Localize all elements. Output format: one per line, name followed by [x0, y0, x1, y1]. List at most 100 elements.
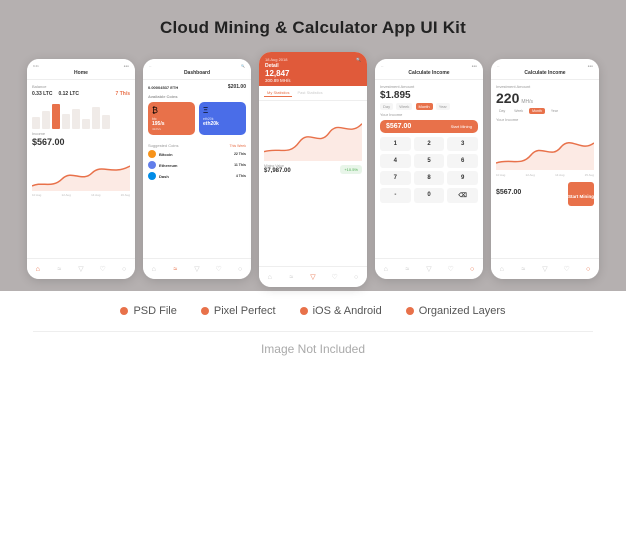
phone-dashboard-header: ← 🔍 Dashboard	[143, 59, 251, 80]
key-3[interactable]: 3	[447, 137, 478, 151]
key-del[interactable]: ⌫	[447, 188, 478, 203]
bar-5	[72, 109, 80, 129]
btc-name: Bitcoin	[159, 152, 173, 157]
nav-heart-det[interactable]: ♡	[329, 271, 341, 283]
nav-profile[interactable]: ○	[118, 263, 130, 275]
nav-profile-c1[interactable]: ○	[466, 263, 478, 275]
phone-calc1: ← ●●● Calculate Income Investment Amount…	[375, 59, 483, 279]
bar-1	[32, 117, 40, 129]
nav-heart-d[interactable]: ♡	[213, 263, 225, 275]
balance-label: Balance	[32, 84, 130, 89]
date-labels: 10 Aug 12 Aug 14 Aug 16 Aug	[32, 193, 130, 197]
psd-label: PSD File	[133, 305, 176, 317]
phone-home: 9:41 ●●● Home Balance 0.33 LTC 0.12 LTC …	[27, 59, 135, 279]
key-5[interactable]: 5	[414, 154, 445, 168]
nav-filter-c1[interactable]: ▽	[423, 263, 435, 275]
key-9[interactable]: 9	[447, 171, 478, 185]
nav-profile-det[interactable]: ○	[350, 271, 362, 283]
key-1[interactable]: 1	[380, 137, 411, 151]
coin-ethereum: Ethereum 11 Th/s	[148, 161, 246, 169]
key-0[interactable]: 0	[414, 188, 445, 203]
nav-heart-c2[interactable]: ♡	[561, 263, 573, 275]
this-week: This Week	[230, 144, 246, 148]
coin-dash: Dash 4 Th/s	[148, 172, 246, 180]
start-mining-btn2[interactable]: Start Mining	[568, 182, 594, 206]
invest-value: $1.895	[380, 90, 478, 101]
mining-cards: ₿ btc 195/s 422h/s Ξ eth20k eth20k	[148, 102, 246, 135]
calc1-back[interactable]: ←	[381, 64, 384, 68]
detail-chart	[259, 101, 367, 161]
nav-heart-c1[interactable]: ♡	[445, 263, 457, 275]
key-4[interactable]: 4	[380, 154, 411, 168]
week-period[interactable]: Week	[396, 103, 412, 110]
nav-home-c2[interactable]: ⌂	[496, 263, 508, 275]
nav-filter-d[interactable]: ▽	[191, 263, 203, 275]
calc-val: $567.00	[386, 123, 411, 130]
period-selector: Day Week Month Year	[496, 108, 594, 114]
bar-8	[102, 115, 110, 129]
nav-profile-c2[interactable]: ○	[582, 263, 594, 275]
eth-icon: Ξ	[203, 106, 242, 115]
start-mining-btn[interactable]: Start Mining	[451, 124, 472, 129]
nav-chart-c1[interactable]: ≈	[401, 263, 413, 275]
phone-detail: 18 Aug 2018 🔍 Detail 12,847 300.89 MH/s …	[259, 52, 367, 287]
key-6[interactable]: 6	[447, 154, 478, 168]
mining-left: Mining Value $7,987.00	[264, 164, 291, 174]
feature-ios: iOS & Android	[300, 305, 382, 317]
period-day[interactable]: Day	[496, 108, 508, 114]
date-1: 10 Aug	[32, 193, 41, 197]
eth-dot	[148, 161, 156, 169]
tab-past-stats[interactable]: Past Statistics	[294, 89, 325, 97]
btc-icon: ₿	[152, 106, 191, 115]
bottom-nav-dash: ⌂ ≈ ▽ ♡ ○	[143, 258, 251, 279]
nav-chart-d[interactable]: ≈	[169, 263, 181, 275]
org-dot	[406, 307, 414, 315]
month-period[interactable]: Month	[416, 103, 433, 110]
key-minus[interactable]: -	[380, 188, 411, 203]
phone-dashboard: ← 🔍 Dashboard 0.00004537 ETH $201.00 Ava…	[143, 59, 251, 279]
day-period[interactable]: Day	[380, 103, 393, 110]
psd-dot	[120, 307, 128, 315]
income2-bottom: $567.00 Start Mining	[496, 179, 594, 206]
date-labels-2: 10 Aug 12 Aug 14 Aug 15 Aug	[496, 173, 594, 177]
nav-home-d[interactable]: ⌂	[148, 263, 160, 275]
coin-bitcoin: Bitcoin 22 Th/s	[148, 150, 246, 158]
key-8[interactable]: 8	[414, 171, 445, 185]
invest2-unit: MH/s	[521, 99, 533, 105]
period-week[interactable]: Week	[511, 108, 526, 114]
period-month[interactable]: Month	[529, 108, 545, 114]
calc-display-row: $567.00 Start Mining	[386, 123, 472, 130]
mining-row: Mining Value $7,987.00 +10.5%	[264, 164, 362, 174]
nav-home-det[interactable]: ⌂	[264, 271, 276, 283]
nav-chart-c2[interactable]: ≈	[517, 263, 529, 275]
nav-chart[interactable]: ≈	[53, 263, 65, 275]
phone-calc2: ← ●●● Calculate Income Investment Amount…	[491, 59, 599, 279]
nav-home-c1[interactable]: ⌂	[380, 263, 392, 275]
date-4: 16 Aug	[121, 193, 130, 197]
nav-filter-det[interactable]: ▽	[307, 271, 319, 283]
detail-search-icon[interactable]: 🔍	[356, 57, 361, 62]
nav-filter[interactable]: ▽	[75, 263, 87, 275]
income2-label: Your Income	[496, 117, 594, 122]
org-label: Organized Layers	[419, 305, 506, 317]
nav-chart-det[interactable]: ≈	[285, 271, 297, 283]
bottom-nav-calc2: ⌂ ≈ ▽ ♡ ○	[491, 258, 599, 279]
status-right: ●●●	[124, 64, 129, 68]
nav-heart[interactable]: ♡	[97, 263, 109, 275]
period-year[interactable]: Year	[548, 108, 561, 114]
eth-hash: 11 Th/s	[234, 163, 246, 167]
income-label: Income	[32, 131, 130, 136]
nav-home[interactable]: ⌂	[32, 263, 44, 275]
phone-home-title: Home	[33, 70, 129, 76]
phone-calc2-content: Investment Amount 220 MH/s Day Week Mont…	[491, 80, 599, 210]
tab-my-stats[interactable]: My Statistics	[264, 89, 292, 97]
eth-card: Ξ eth20k eth20k	[199, 102, 246, 135]
nav-profile-d[interactable]: ○	[234, 263, 246, 275]
key-2[interactable]: 2	[414, 137, 445, 151]
key-7[interactable]: 7	[380, 171, 411, 185]
calc2-back[interactable]: ←	[497, 64, 500, 68]
nav-filter-c2[interactable]: ▽	[539, 263, 551, 275]
year-period[interactable]: Year	[436, 103, 450, 110]
balance-ltc1: 0.33 LTC	[32, 91, 52, 97]
eth-name: Ethereum	[159, 163, 177, 168]
